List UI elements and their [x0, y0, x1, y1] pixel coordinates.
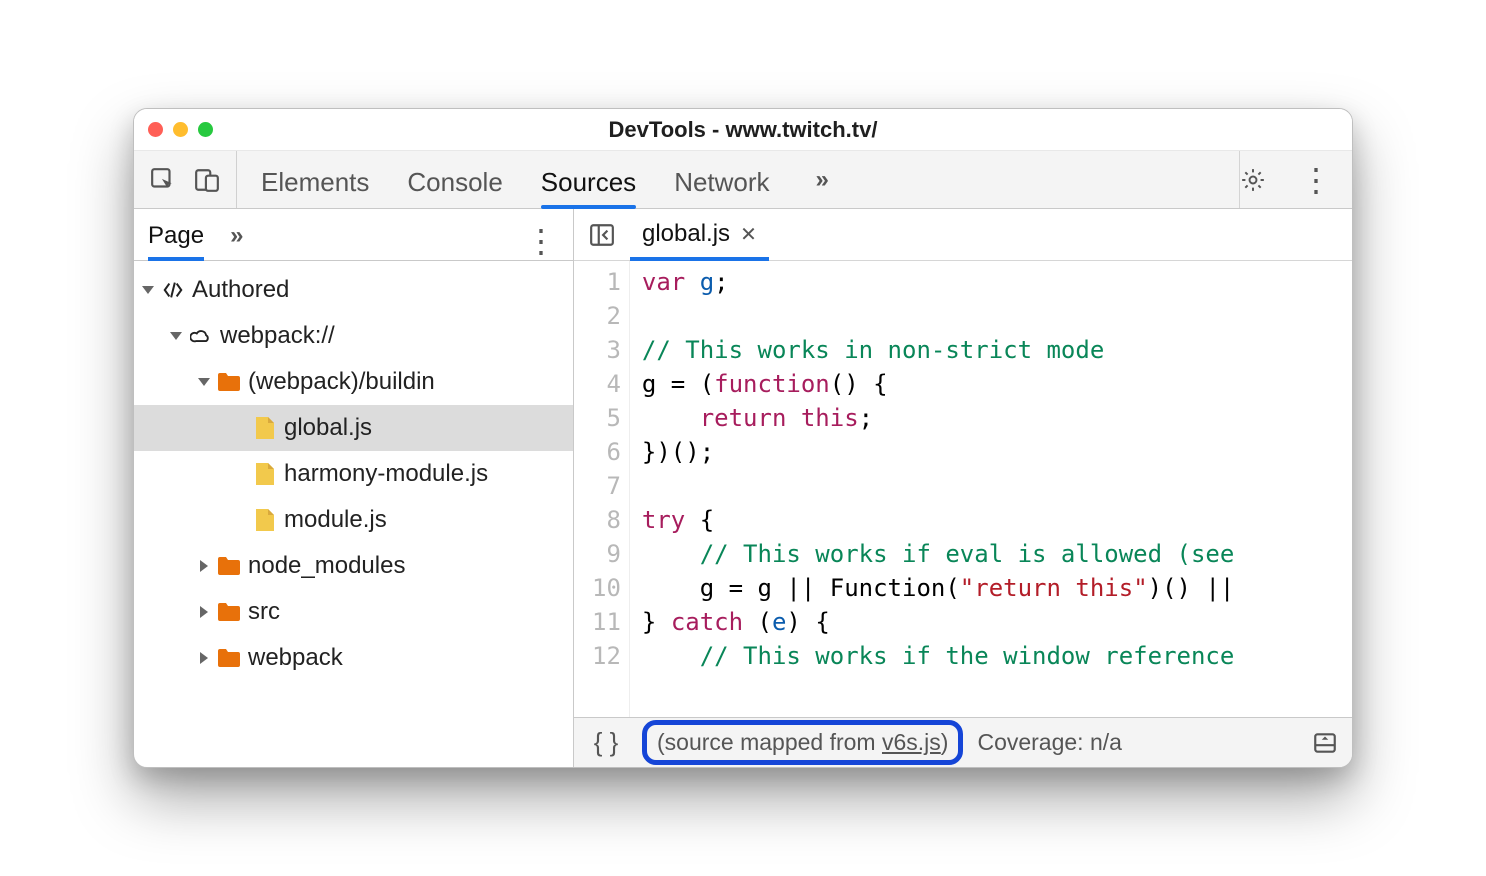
tree-label: harmony-module.js	[284, 460, 488, 488]
tree-file-harmony[interactable]: harmony-module.js	[134, 451, 573, 497]
tab-sources[interactable]: Sources	[541, 167, 636, 208]
tree-folder-src[interactable]: src	[134, 589, 573, 635]
file-icon	[256, 509, 274, 531]
navigator-tab-page[interactable]: Page	[148, 222, 204, 260]
tab-console[interactable]: Console	[407, 167, 502, 208]
main-tab-bar: Elements Console Sources Network » ⋮	[134, 151, 1352, 209]
device-toggle-icon[interactable]	[194, 167, 220, 193]
folder-icon	[218, 649, 240, 667]
file-icon	[256, 463, 274, 485]
tab-network[interactable]: Network	[674, 167, 769, 208]
tab-elements[interactable]: Elements	[261, 167, 369, 208]
window-zoom-button[interactable]	[198, 122, 213, 137]
navigator-sidebar: Page » ⋮ Authored webpack://	[134, 209, 574, 767]
tree-folder-node-modules[interactable]: node_modules	[134, 543, 573, 589]
inspect-icon[interactable]	[150, 167, 176, 193]
status-bar: { } (source mapped from v6s.js) Coverage…	[574, 717, 1352, 767]
tree-label: src	[248, 598, 280, 626]
line-gutter: 12 34 56 78 910 1112	[574, 261, 630, 717]
code-editor[interactable]: 12 34 56 78 910 1112 var g; // This work…	[574, 261, 1352, 717]
tree-label: Authored	[192, 276, 289, 304]
file-tree: Authored webpack:// (webpack)/buildin gl…	[134, 261, 573, 767]
navigator-menu-icon[interactable]: ⋮	[511, 222, 559, 260]
coverage-label: Coverage: n/a	[977, 729, 1121, 756]
folder-icon	[218, 373, 240, 391]
folder-icon	[218, 557, 240, 575]
code-content: var g; // This works in non-strict modeg…	[630, 261, 1234, 717]
navigator-more-tabs[interactable]: »	[222, 208, 251, 260]
panel-body: Page » ⋮ Authored webpack://	[134, 209, 1352, 767]
tree-label: module.js	[284, 506, 387, 534]
tree-root-authored[interactable]: Authored	[134, 267, 573, 313]
folder-icon	[218, 603, 240, 621]
close-tab-icon[interactable]: ✕	[740, 222, 757, 247]
tree-file-global[interactable]: global.js	[134, 405, 573, 451]
tree-folder-buildin[interactable]: (webpack)/buildin	[134, 359, 573, 405]
tree-label: (webpack)/buildin	[248, 368, 435, 396]
tree-folder-webpack[interactable]: webpack	[134, 635, 573, 681]
title-bar: DevTools - www.twitch.tv/	[134, 109, 1352, 151]
file-icon	[256, 417, 274, 439]
main-tabs: Elements Console Sources Network »	[237, 151, 861, 208]
more-tabs-button[interactable]: »	[808, 152, 837, 208]
window-close-button[interactable]	[148, 122, 163, 137]
source-map-link[interactable]: v6s.js	[882, 729, 941, 755]
editor-pane: global.js ✕ 12 34 56 78 910 1112 var g; …	[574, 209, 1352, 767]
kebab-menu-icon[interactable]: ⋮	[1286, 161, 1334, 199]
tree-file-module[interactable]: module.js	[134, 497, 573, 543]
window-minimize-button[interactable]	[173, 122, 188, 137]
tree-label: global.js	[284, 414, 372, 442]
cloud-icon	[190, 327, 212, 345]
tree-label: webpack://	[220, 322, 335, 350]
toggle-drawer-icon[interactable]	[1308, 730, 1342, 756]
tree-label: node_modules	[248, 552, 405, 580]
devtools-window: DevTools - www.twitch.tv/ Elements Conso…	[133, 108, 1353, 768]
toggle-navigator-icon[interactable]	[584, 222, 620, 248]
toolbar-trailing: ⋮	[1239, 151, 1352, 208]
file-tab-bar: global.js ✕	[574, 209, 1352, 261]
tree-label: webpack	[248, 644, 343, 672]
code-icon	[162, 281, 184, 299]
file-tab-global[interactable]: global.js ✕	[630, 220, 769, 260]
pretty-print-button[interactable]: { }	[584, 727, 628, 758]
device-tools	[134, 151, 237, 208]
tree-domain-webpack[interactable]: webpack://	[134, 313, 573, 359]
settings-icon[interactable]	[1240, 167, 1266, 193]
navigator-tabs: Page » ⋮	[134, 209, 573, 261]
window-controls	[134, 122, 213, 137]
file-tab-label: global.js	[642, 220, 730, 248]
window-title: DevTools - www.twitch.tv/	[134, 117, 1352, 143]
source-map-indicator: (source mapped from v6s.js)	[642, 720, 963, 765]
